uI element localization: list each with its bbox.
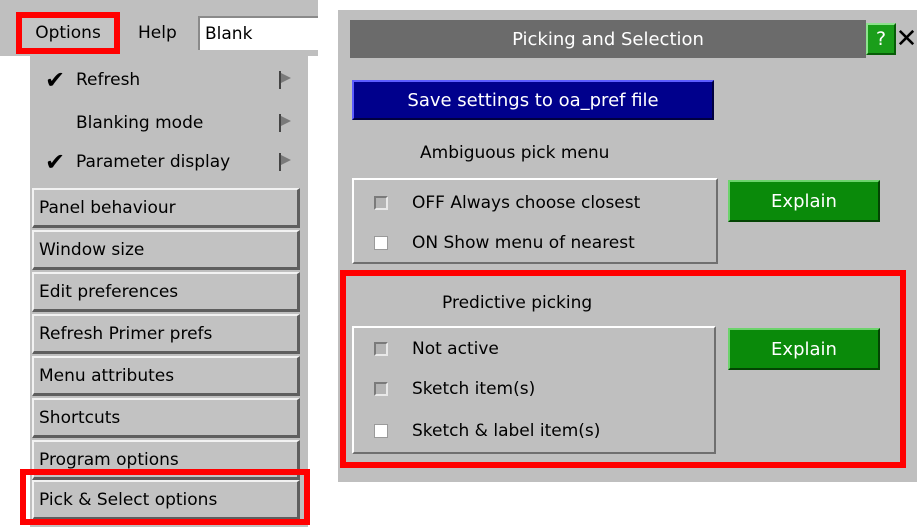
help-menu-button[interactable]: Help <box>138 17 198 49</box>
checkbox-unchecked-icon[interactable] <box>374 196 388 210</box>
option-label: OFF Always choose closest <box>412 193 641 213</box>
submenu-flag-icon <box>274 111 298 135</box>
button-label: Panel behaviour <box>39 197 176 218</box>
menu-item-blanking-mode[interactable]: Blanking mode <box>34 105 304 141</box>
edit-preferences-button[interactable]: Edit preferences <box>32 272 300 312</box>
help-question-button[interactable]: ? <box>866 23 896 55</box>
close-button[interactable]: ✕ <box>896 22 917 56</box>
blank-field[interactable]: Blank <box>198 16 318 50</box>
save-settings-button[interactable]: Save settings to oa_pref file <box>352 80 714 120</box>
option-label: ON Show menu of nearest <box>412 233 635 253</box>
submenu-flag-icon <box>274 150 298 174</box>
checkmark-icon: ✔ <box>44 66 66 94</box>
explain-label: Explain <box>771 190 837 212</box>
window-size-button[interactable]: Window size <box>32 230 300 270</box>
menu-item-label: Refresh <box>76 70 141 90</box>
submenu-flag-icon <box>274 68 298 92</box>
menu-item-label: Parameter display <box>76 152 231 172</box>
close-icon: ✕ <box>895 24 917 54</box>
button-label: Window size <box>39 239 145 260</box>
options-menu-button[interactable]: Options <box>16 12 120 54</box>
panel-title-bar[interactable]: Picking and Selection <box>350 20 866 58</box>
checkmark-icon: ✔ <box>44 148 66 176</box>
ambiguous-pick-group: OFF Always choose closest ON Show menu o… <box>352 178 718 264</box>
save-settings-label: Save settings to oa_pref file <box>407 89 659 111</box>
pick-select-highlight <box>20 469 310 525</box>
button-label: Shortcuts <box>39 407 121 428</box>
predictive-picking-highlight <box>340 270 906 468</box>
menu-item-parameter-display[interactable]: ✔ Parameter display <box>34 144 304 180</box>
button-label: Program options <box>39 449 179 470</box>
panel-title: Picking and Selection <box>512 28 704 50</box>
ambiguous-pick-title: Ambiguous pick menu <box>420 138 700 168</box>
options-label: Options <box>35 23 101 43</box>
help-label: Help <box>138 23 177 43</box>
checkbox-selected-icon[interactable] <box>374 236 388 250</box>
ambiguous-option-on[interactable]: ON Show menu of nearest <box>354 226 716 260</box>
ambiguous-option-off[interactable]: OFF Always choose closest <box>354 186 716 220</box>
menu-item-label: Blanking mode <box>76 113 204 133</box>
blank-field-value: Blank <box>205 24 253 44</box>
explain-ambiguous-button[interactable]: Explain <box>728 180 880 222</box>
refresh-primer-prefs-button[interactable]: Refresh Primer prefs <box>32 314 300 354</box>
button-label: Edit preferences <box>39 281 179 302</box>
panel-behaviour-button[interactable]: Panel behaviour <box>32 188 300 228</box>
ambiguous-pick-title-text: Ambiguous pick menu <box>420 143 610 163</box>
menu-attributes-button[interactable]: Menu attributes <box>32 356 300 396</box>
question-icon: ? <box>875 28 887 50</box>
button-label: Refresh Primer prefs <box>39 323 213 344</box>
menu-item-refresh[interactable]: ✔ Refresh <box>34 62 304 98</box>
button-label: Menu attributes <box>39 365 175 386</box>
shortcuts-button[interactable]: Shortcuts <box>32 398 300 438</box>
